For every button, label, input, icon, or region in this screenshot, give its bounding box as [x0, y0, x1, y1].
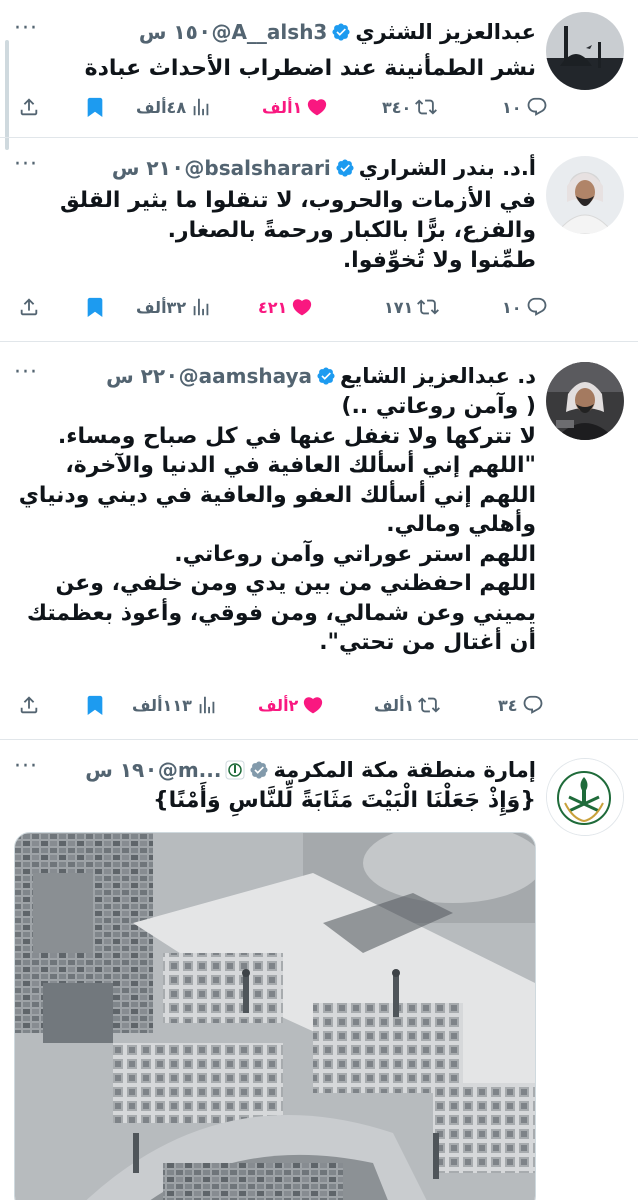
retweet-count: ١ألف — [374, 695, 415, 715]
views-icon — [193, 298, 209, 316]
bookmark-button[interactable] — [84, 296, 106, 318]
tweet-text: {وَإِذْ جَعَلْنَا الْبَيْتَ مَثَابَةً لِ… — [152, 788, 536, 813]
like-count: ١ألف — [262, 97, 303, 117]
share-button[interactable] — [18, 694, 40, 716]
views-count: ٤٨ألف — [136, 97, 187, 117]
tweet-header: د. عبدالعزيز الشايع @aamshaya · ٢٢ س — [14, 360, 536, 392]
bookmark-button[interactable] — [84, 694, 106, 716]
views-button[interactable]: ٤٨ألف — [136, 96, 212, 118]
retweet-icon — [415, 99, 438, 115]
tweet-actions: ١١٣ألف ٢ألف ١ألف ٣٤ — [14, 694, 542, 722]
retweet-count: ٣٤٠ — [382, 97, 412, 117]
affiliate-badge-icon — [225, 760, 245, 780]
retweet-button[interactable]: ١ألف — [374, 694, 441, 716]
views-icon — [199, 696, 215, 714]
timestamp[interactable]: ١٥ س — [139, 20, 198, 44]
retweet-button[interactable]: ٣٤٠ — [382, 96, 438, 118]
tweet-header: عبدالعزيز الشثري @A__alsh3 · ١٥ س — [14, 16, 536, 48]
verified-badge-icon — [336, 159, 354, 177]
reply-button[interactable]: ١٠ — [502, 296, 548, 318]
retweet-button[interactable]: ١٧١ — [384, 296, 440, 318]
verified-badge-icon — [250, 761, 269, 779]
heart-icon — [304, 697, 323, 714]
avatar[interactable] — [546, 362, 624, 440]
reply-icon — [523, 695, 542, 714]
display-name[interactable]: عبدالعزيز الشثري — [355, 20, 536, 44]
share-icon — [20, 298, 38, 316]
retweet-icon — [417, 299, 440, 315]
reply-count: ١٠ — [502, 97, 522, 117]
views-count: ١١٣ألف — [132, 695, 192, 715]
avatar[interactable] — [546, 758, 624, 836]
avatar[interactable] — [546, 156, 624, 234]
separator-dot: · — [147, 758, 155, 782]
like-count: ٤٢١ — [258, 297, 288, 317]
share-button[interactable] — [18, 296, 40, 318]
bookmark-icon — [87, 297, 103, 318]
share-button[interactable] — [18, 96, 40, 118]
tweet-text: نشر الطمأنينة عند اضطراب الأحداث عبادة — [84, 56, 536, 81]
more-options-icon[interactable]: ··· — [14, 754, 38, 779]
retweet-icon — [418, 697, 441, 713]
views-button[interactable]: ٣٢ألف — [136, 296, 212, 318]
more-options-icon[interactable]: ··· — [14, 16, 38, 41]
display-name[interactable]: أ.د. بندر الشراري — [359, 156, 536, 180]
views-icon — [193, 98, 209, 116]
share-icon — [20, 98, 38, 116]
handle[interactable]: @m... — [158, 758, 222, 782]
reply-icon — [527, 97, 546, 116]
tweet-text: في الأزمات والحروب، لا تنقلوا ما يثير ال… — [59, 188, 536, 273]
reply-count: ٣٤ — [498, 695, 518, 715]
handle[interactable]: @aamshaya — [179, 364, 312, 388]
retweet-count: ١٧١ — [384, 297, 414, 317]
reply-button[interactable]: ٣٤ — [498, 694, 544, 716]
verified-badge-icon — [332, 23, 350, 41]
like-button[interactable]: ١ألف — [262, 96, 328, 118]
reply-button[interactable]: ١٠ — [502, 96, 548, 118]
tweet[interactable]: إمارة منطقة مكة المكرمة @m... · ١٩ س ···… — [0, 740, 638, 1200]
timestamp[interactable]: ١٩ س — [85, 758, 144, 782]
heart-icon — [308, 99, 327, 116]
reply-icon — [527, 297, 546, 316]
timestamp[interactable]: ٢٢ س — [106, 364, 165, 388]
handle[interactable]: @bsalsharari — [184, 156, 330, 180]
like-button[interactable]: ٢ألف — [258, 694, 324, 716]
separator-dot: · — [173, 156, 182, 180]
tweet-header: إمارة منطقة مكة المكرمة @m... · ١٩ س — [14, 754, 536, 786]
views-count: ٣٢ألف — [136, 297, 187, 317]
avatar[interactable] — [546, 12, 624, 90]
tweet[interactable]: د. عبدالعزيز الشايع @aamshaya · ٢٢ س ···… — [0, 342, 638, 740]
timestamp[interactable]: ٢١ س — [112, 156, 171, 180]
views-button[interactable]: ١١٣ألف — [132, 694, 218, 716]
like-count: ٢ألف — [258, 695, 299, 715]
handle[interactable]: @A__alsh3 — [211, 20, 327, 44]
more-options-icon[interactable]: ··· — [14, 360, 38, 385]
heart-icon — [293, 299, 312, 316]
tweet-media-image[interactable] — [14, 832, 536, 1200]
more-options-icon[interactable]: ··· — [14, 152, 38, 177]
tweet-text: ( وآمن روعاتي ..) لا تتركها ولا تغفل عنه… — [18, 394, 536, 655]
bookmark-icon — [87, 97, 103, 118]
separator-dot: · — [168, 364, 176, 388]
tweet[interactable]: عبدالعزيز الشثري @A__alsh3 · ١٥ س ··· نش… — [0, 0, 638, 138]
display-name[interactable]: د. عبدالعزيز الشايع — [340, 364, 536, 388]
separator-dot: · — [200, 20, 209, 44]
share-icon — [20, 696, 38, 714]
verified-badge-icon — [317, 367, 335, 385]
display-name[interactable]: إمارة منطقة مكة المكرمة — [273, 758, 536, 782]
bookmark-icon — [87, 695, 103, 716]
tweet-header: أ.د. بندر الشراري @bsalsharari · ٢١ س — [14, 152, 536, 184]
tweet-actions: ٤٨ألف ١ألف ٣٤٠ ١٠ — [14, 96, 546, 124]
bookmark-button[interactable] — [84, 96, 106, 118]
tweet[interactable]: أ.د. بندر الشراري @bsalsharari · ٢١ س ··… — [0, 138, 638, 342]
tweet-actions: ٣٢ألف ٤٢١ ١٧١ ١٠ — [14, 296, 546, 324]
reply-count: ١٠ — [502, 297, 522, 317]
like-button[interactable]: ٤٢١ — [258, 296, 313, 318]
